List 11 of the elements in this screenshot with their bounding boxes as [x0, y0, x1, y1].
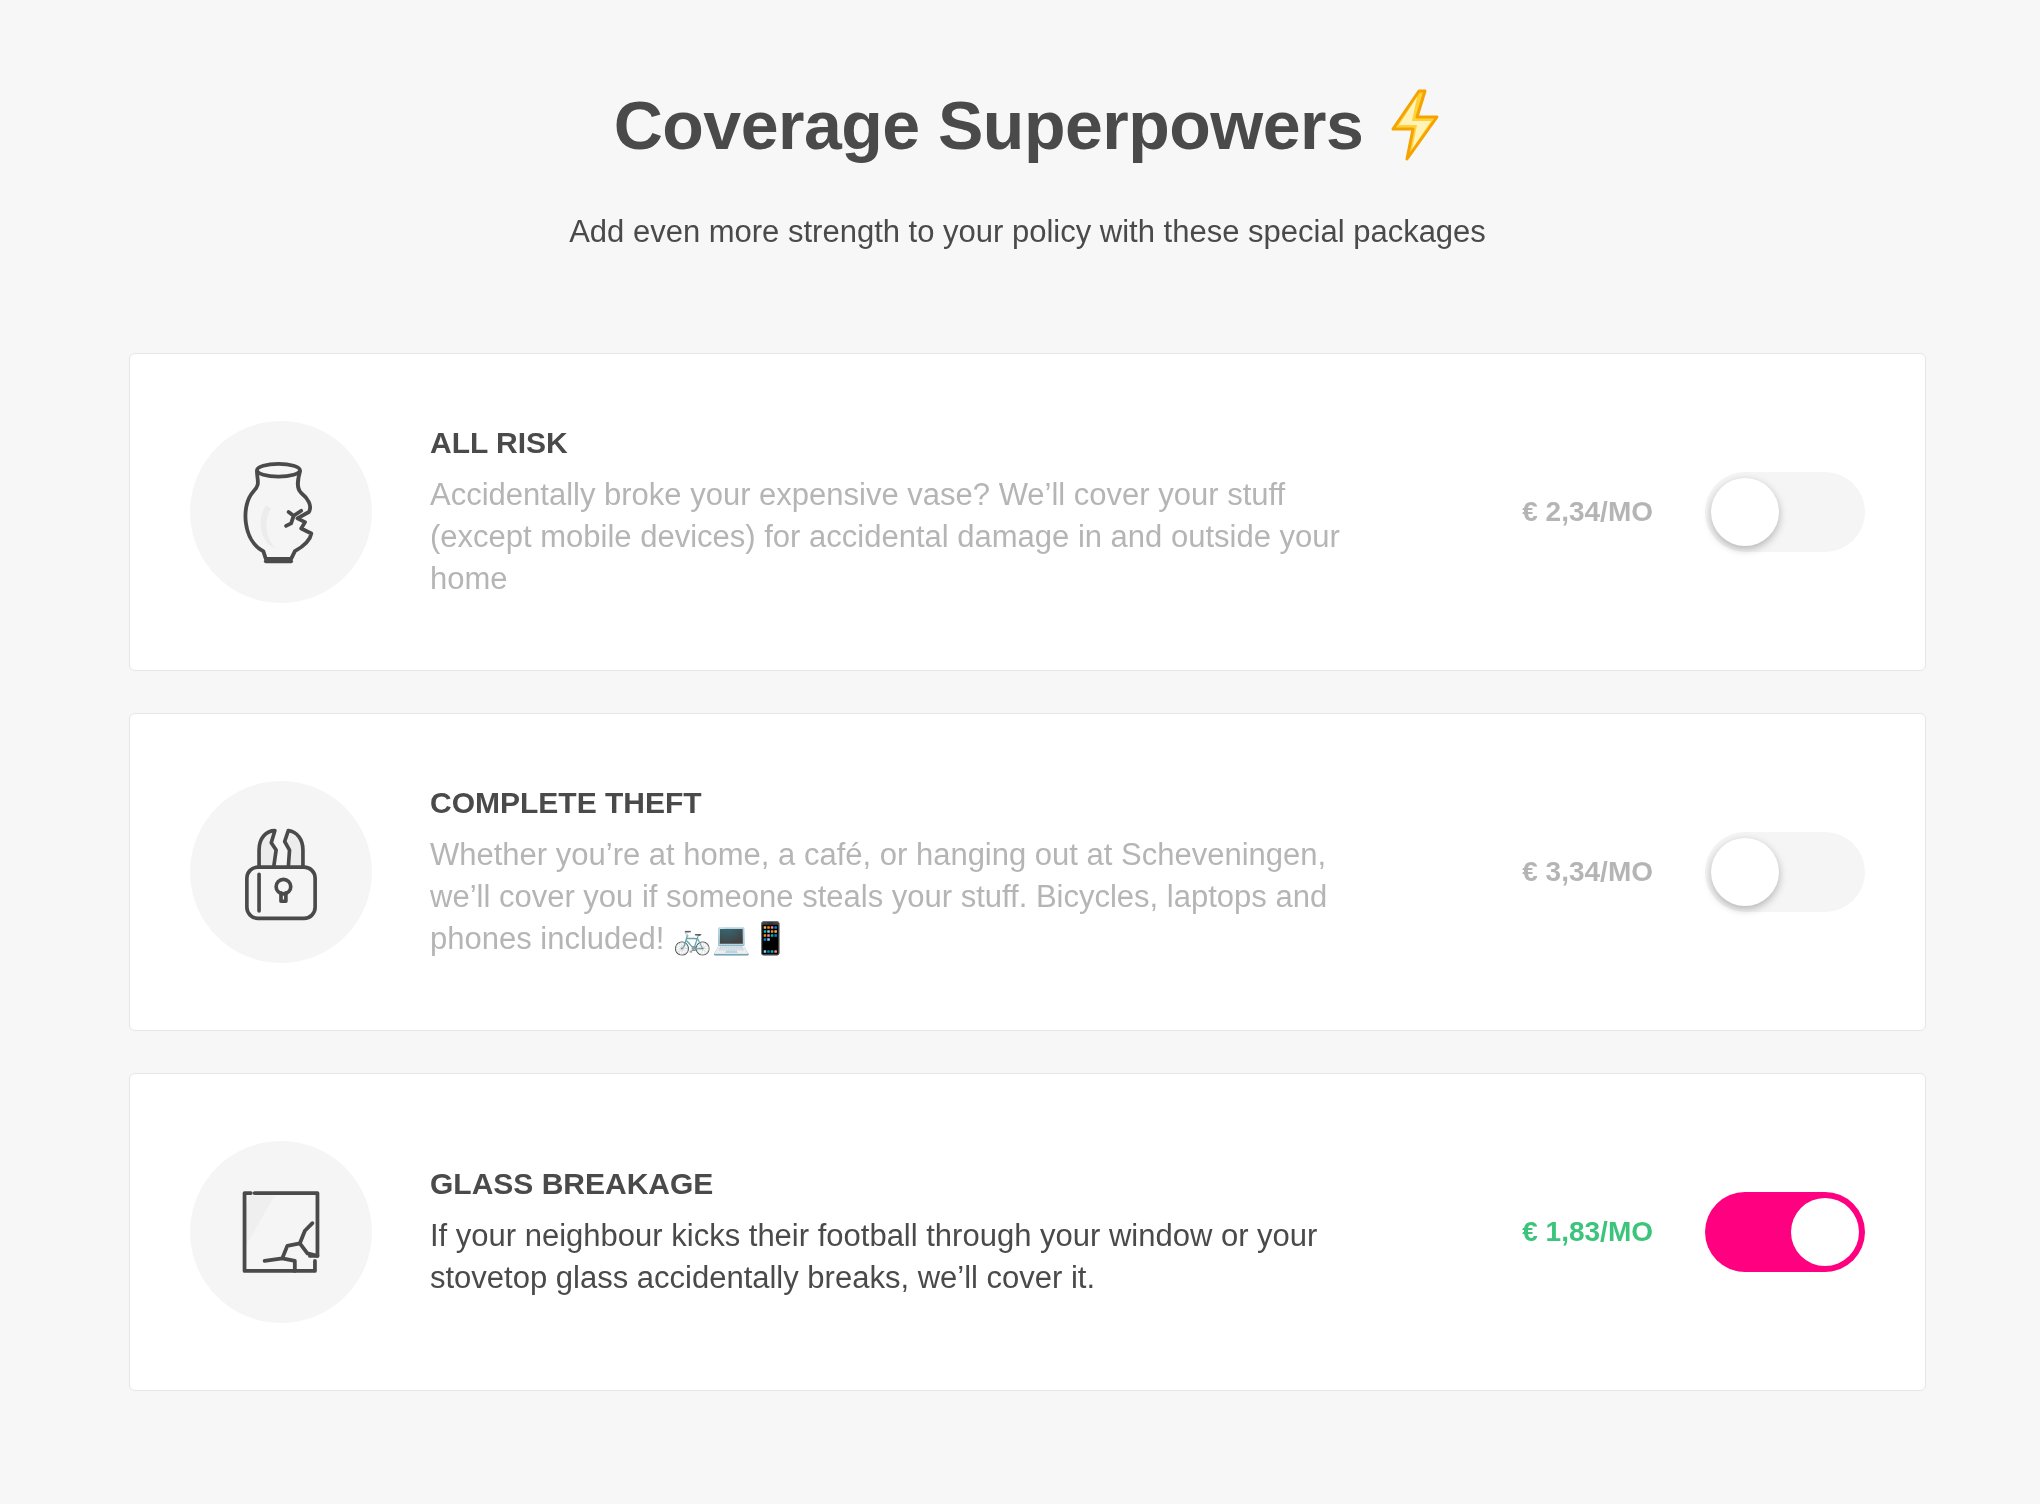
package-description: Whether you’re at home, a café, or hanging out at Scheveningen, we’ll cover you if someone steals your stuff. Bicycles, laptops and phones included! 🚲💻📱 [430, 836, 1329, 958]
package-title: GLASS BREAKAGE [430, 1166, 715, 1202]
package-price: € 3,34/MO [1522, 856, 1653, 888]
package-title: ALL RISK [430, 425, 569, 461]
package-description: If your neighbour kicks their football through your window or your stovetop glass accidentally breaks, we’ll cover it. [430, 1217, 1319, 1297]
package-title: COMPLETE THEFT [430, 785, 703, 821]
package-price: € 2,34/MO [1522, 496, 1653, 528]
page-subtitle: Add even more strength to your policy with these special packages [569, 214, 1486, 250]
page-title: Coverage Superpowers [613, 86, 1364, 165]
package-description: Accidentally broke your expensive vase? We’ll cover your stuff (except mobile devices) for accidental damage in and outside your home [430, 476, 1341, 598]
package-price: € 1,83/MO [1522, 1216, 1653, 1248]
